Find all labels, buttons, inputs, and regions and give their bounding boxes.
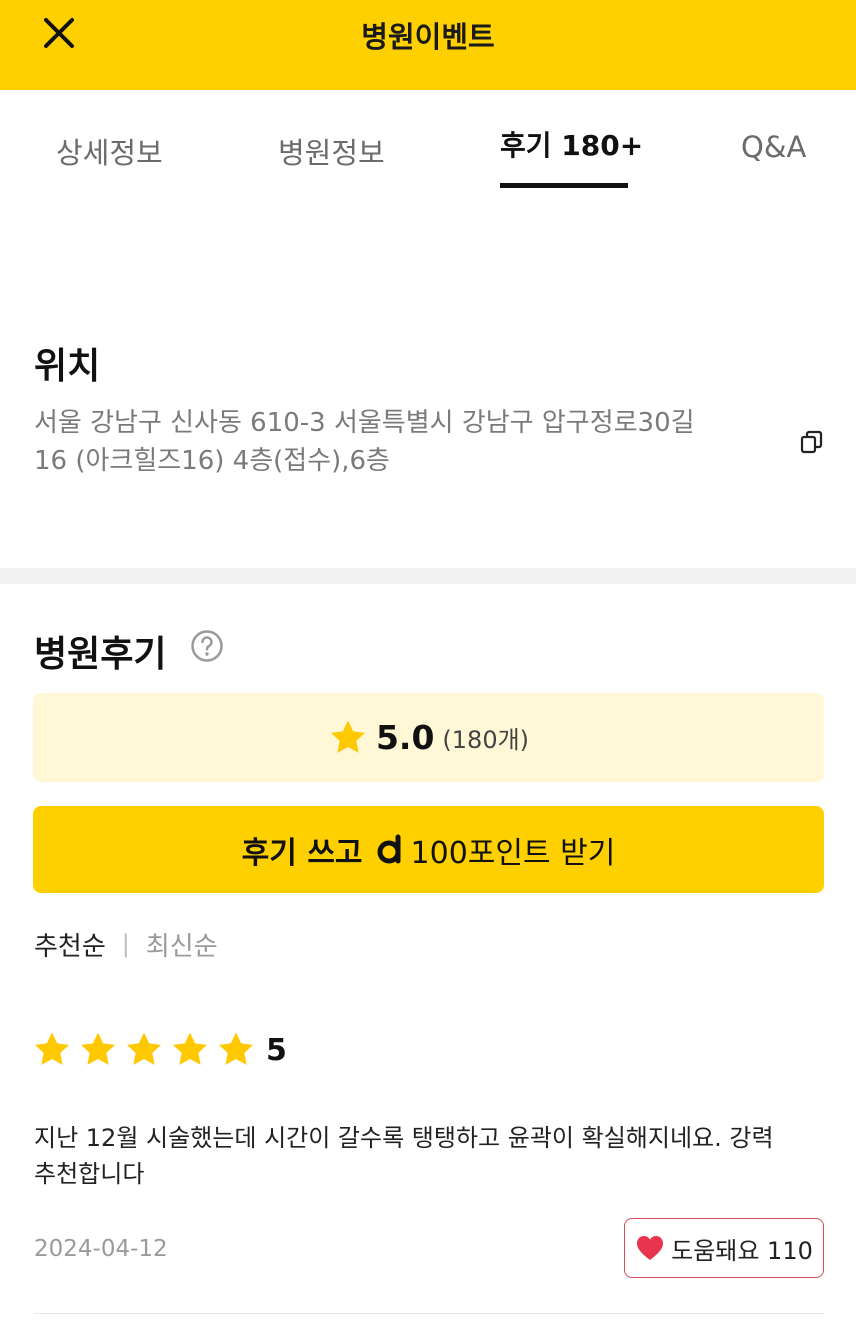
helpful-label: 도움돼요 110 bbox=[671, 1236, 813, 1265]
copy-address-button[interactable] bbox=[798, 428, 826, 456]
section-divider bbox=[0, 568, 856, 584]
address-text: 서울 강남구 신사동 610-3 서울특별시 강남구 압구정로30길 16 (아… bbox=[34, 404, 774, 480]
address-line-1: 서울 강남구 신사동 610-3 서울특별시 강남구 압구정로30길 bbox=[34, 408, 695, 438]
rating-value: 5.0 bbox=[375, 718, 435, 757]
review-rating: 5 bbox=[32, 1030, 287, 1070]
active-tab-indicator bbox=[500, 183, 628, 188]
tab-qna[interactable]: Q&A bbox=[741, 130, 806, 164]
star-icon bbox=[330, 720, 365, 753]
page-title: 병원이벤트 bbox=[361, 20, 495, 54]
points-label: 100포인트 받기 bbox=[410, 835, 616, 871]
star-icon bbox=[127, 1032, 161, 1065]
review-text-line-1: 지난 12월 시술했는데 시간이 갈수록 탱탱하고 윤곽이 확실해지네요. 강력 bbox=[34, 1124, 774, 1152]
helpful-button[interactable]: 도움돼요 110 bbox=[624, 1218, 824, 1278]
review-body: 지난 12월 시술했는데 시간이 갈수록 탱탱하고 윤곽이 확실해지네요. 강력… bbox=[34, 1120, 824, 1192]
reviews-title: 병원후기 bbox=[34, 634, 167, 675]
tab-hospital-info[interactable]: 병원정보 bbox=[278, 130, 385, 172]
review-date: 2024-04-12 bbox=[34, 1236, 168, 1262]
rating-summary: 5.0 (180개) bbox=[33, 693, 824, 782]
tab-details[interactable]: 상세정보 bbox=[56, 130, 163, 172]
star-icon bbox=[173, 1032, 207, 1065]
tab-bar: 상세정보 병원정보 후기 180+ Q&A bbox=[0, 90, 856, 190]
review-score: 5 bbox=[266, 1032, 287, 1068]
review-divider bbox=[34, 1313, 824, 1314]
question-circle-icon[interactable] bbox=[190, 629, 224, 663]
sort-options: 추천순 | 최신순 bbox=[34, 926, 218, 962]
star-icon bbox=[219, 1032, 253, 1065]
app-header: 병원이벤트 bbox=[0, 0, 856, 90]
sort-recommended[interactable]: 추천순 bbox=[34, 926, 106, 963]
sort-latest[interactable]: 최신순 bbox=[146, 926, 218, 963]
copy-icon bbox=[800, 430, 823, 454]
location-title: 위치 bbox=[34, 346, 101, 387]
sort-separator: | bbox=[121, 930, 130, 958]
star-icon bbox=[35, 1032, 69, 1065]
write-review-label: 후기 쓰고 bbox=[241, 835, 363, 871]
heart-icon bbox=[637, 1236, 664, 1260]
address-line-2: 16 (아크힐즈16) 4층(접수),6층 bbox=[34, 446, 390, 476]
review-text-line-2: 추천합니다 bbox=[34, 1160, 145, 1188]
point-logo-icon bbox=[377, 834, 401, 863]
tab-reviews[interactable]: 후기 180+ bbox=[500, 124, 643, 164]
write-review-button[interactable]: 후기 쓰고 100포인트 받기 bbox=[33, 806, 824, 893]
star-icon bbox=[81, 1032, 115, 1065]
rating-count: (180개) bbox=[442, 726, 530, 754]
